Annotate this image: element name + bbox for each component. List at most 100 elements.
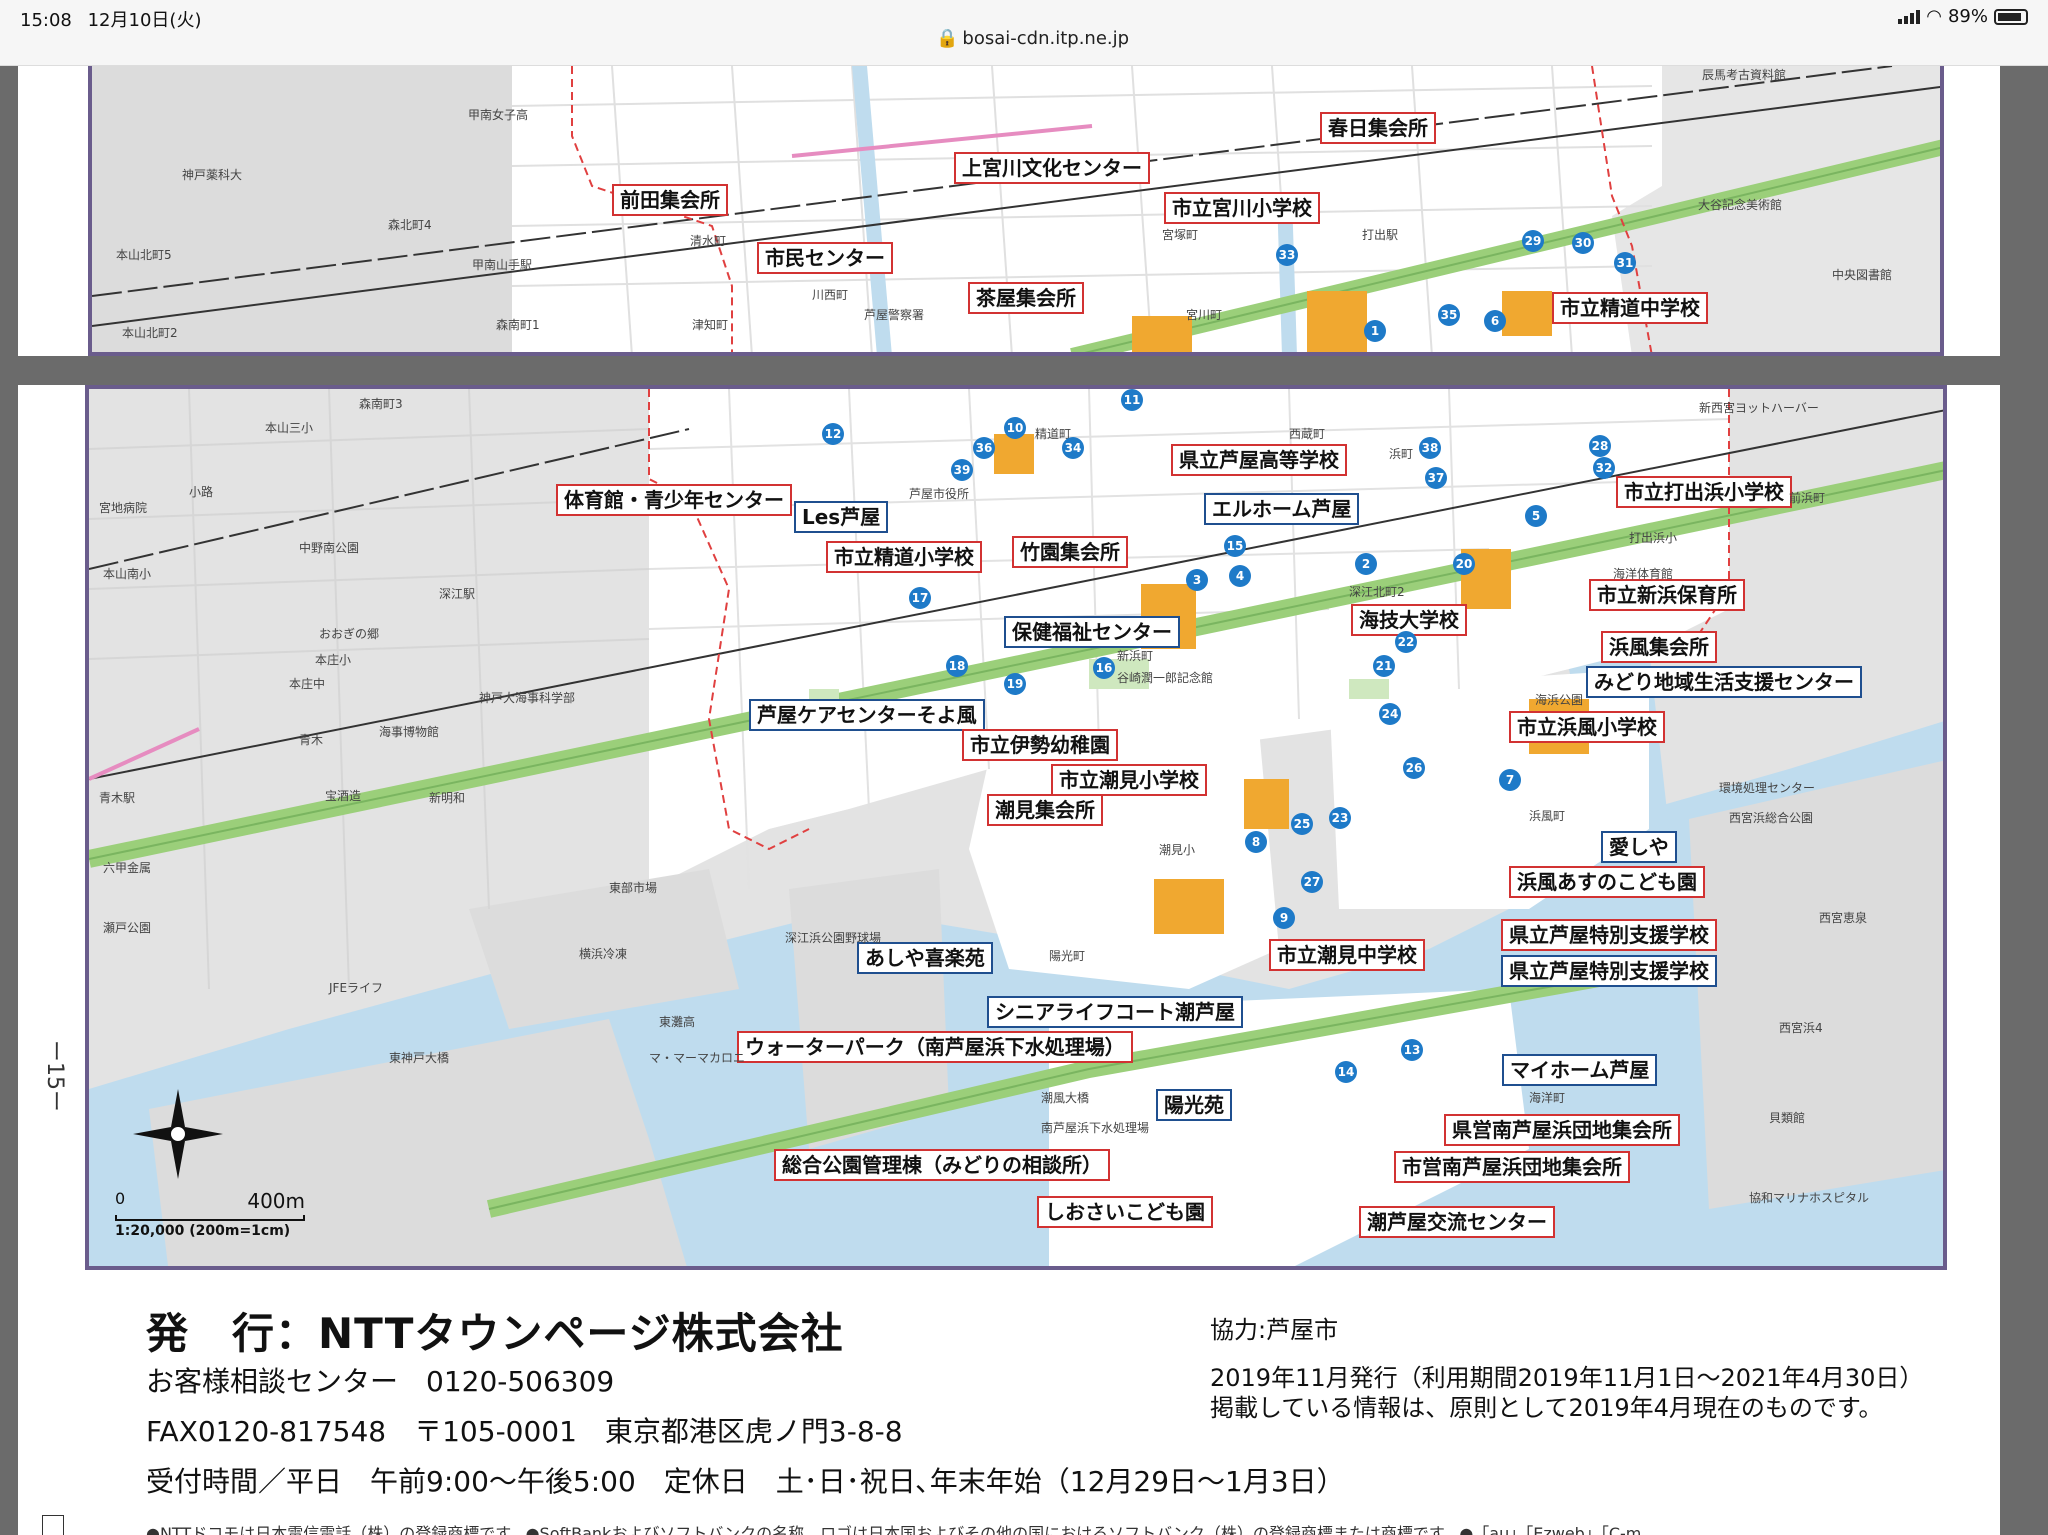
place-kawanishi: 川西町: [812, 288, 849, 302]
label-hoken-fukushi[interactable]: 保健福祉センター: [1004, 616, 1180, 648]
place-nishinomiya-marina: 西宮浜4: [1779, 1021, 1823, 1035]
cooperation-ashiya: 協力:芦屋市: [1210, 1316, 1339, 1344]
marker-16[interactable]: 16: [1093, 657, 1115, 679]
marker-6[interactable]: 6: [1484, 310, 1506, 332]
label-taiikukan[interactable]: 体育館・青少年センター: [556, 484, 792, 516]
label-shimin-center[interactable]: 市民センター: [757, 242, 893, 274]
label-maeda[interactable]: 前田集会所: [612, 184, 728, 216]
place-morikita4: 森北町4: [388, 218, 432, 232]
place-higashi-kobe-ohashi: 東神戸大橋: [389, 1051, 450, 1065]
page-number: ー15ー: [42, 1040, 67, 1112]
marker-26[interactable]: 26: [1403, 757, 1425, 779]
label-hamakaze-sho[interactable]: 市立浜風小学校: [1509, 711, 1665, 743]
label-sogo-koen[interactable]: 総合公園管理棟（みどりの相談所）: [774, 1149, 1110, 1181]
marker-32[interactable]: 32: [1593, 457, 1615, 479]
label-shiomi-sho[interactable]: 市立潮見小学校: [1051, 764, 1207, 796]
label-takezono[interactable]: 竹園集会所: [1012, 536, 1128, 568]
label-kenei-danchi[interactable]: 県営南芦屋浜団地集会所: [1444, 1114, 1680, 1146]
marker-34[interactable]: 34: [1062, 437, 1084, 459]
label-midori-center[interactable]: みどり地域生活支援センター: [1586, 666, 1862, 698]
label-aishiya[interactable]: 愛しや: [1601, 831, 1677, 863]
marker-28[interactable]: 28: [1589, 435, 1611, 457]
label-ashiya-koko[interactable]: 県立芦屋高等学校: [1171, 444, 1347, 476]
label-kasuga[interactable]: 春日集会所: [1320, 112, 1436, 144]
label-ise-yochien[interactable]: 市立伊勢幼稚園: [962, 729, 1118, 761]
url-text: bosai-cdn.itp.ne.jp: [962, 28, 1130, 49]
label-shiosai[interactable]: しおさいこども園: [1037, 1196, 1213, 1228]
map-frame-top[interactable]: 前田集会所 市民センター 上宮川文化センター 茶屋集会所 春日集会所 市立宮川小…: [88, 66, 1944, 356]
marker-9[interactable]: 9: [1273, 907, 1295, 929]
marker-3[interactable]: 3: [1186, 569, 1208, 591]
label-shinhama-hoiku[interactable]: 市立新浜保育所: [1589, 579, 1745, 611]
marker-14[interactable]: 14: [1335, 1061, 1357, 1083]
marker-25[interactable]: 25: [1291, 813, 1313, 835]
label-kamimiyagawa-bunka[interactable]: 上宮川文化センター: [954, 152, 1150, 184]
marker-33[interactable]: 33: [1276, 244, 1298, 266]
marker-37[interactable]: 37: [1425, 467, 1447, 489]
label-les-ashiya[interactable]: Les芦屋: [794, 501, 889, 533]
label-shio-koryu[interactable]: 潮芦屋交流センター: [1359, 1206, 1555, 1238]
label-water-park[interactable]: ウォーターパーク（南芦屋浜下水処理場）: [737, 1031, 1133, 1063]
marker-12[interactable]: 12: [822, 423, 844, 445]
label-tokubetsu-shien-2[interactable]: 県立芦屋特別支援学校: [1501, 955, 1717, 987]
place-kyowa-marina: 貝類館: [1769, 1111, 1806, 1125]
place-koyo-gakuin: 新西宮ヨットハーバー: [1699, 401, 1819, 415]
address-bar[interactable]: 🔒 bosai-cdn.itp.ne.jp: [936, 28, 1129, 49]
marker-31[interactable]: 31: [1614, 252, 1636, 274]
marker-19[interactable]: 19: [1004, 673, 1026, 695]
marker-18[interactable]: 18: [946, 655, 968, 677]
marker-4[interactable]: 4: [1229, 565, 1251, 587]
label-uchidehama-sho[interactable]: 市立打出浜小学校: [1616, 476, 1792, 508]
status-indicators: ◠ 89%: [1898, 6, 2028, 27]
marker-17[interactable]: 17: [909, 587, 931, 609]
marker-36[interactable]: 36: [973, 437, 995, 459]
label-hamakaze-asuno[interactable]: 浜風あすのこども園: [1509, 866, 1705, 898]
label-seido-chu[interactable]: 市立精道中学校: [1552, 292, 1708, 324]
marker-1[interactable]: 1: [1364, 320, 1386, 342]
place-saiseikai: 前浜町: [1789, 491, 1826, 505]
marker-35[interactable]: 35: [1438, 304, 1460, 326]
marker-15[interactable]: 15: [1224, 535, 1246, 557]
marker-2[interactable]: 2: [1355, 553, 1377, 575]
label-shiomi-chu[interactable]: 市立潮見中学校: [1269, 939, 1425, 971]
label-kirakuen[interactable]: あしや喜楽苑: [857, 942, 993, 974]
label-shiei-danchi[interactable]: 市営南芦屋浜団地集会所: [1394, 1151, 1630, 1183]
marker-39[interactable]: 39: [951, 459, 973, 481]
marker-22[interactable]: 22: [1395, 631, 1417, 653]
label-chaya[interactable]: 茶屋集会所: [968, 282, 1084, 314]
label-tokubetsu-shien-1[interactable]: 県立芦屋特別支援学校: [1501, 919, 1717, 951]
label-shiomi-shukai[interactable]: 潮見集会所: [987, 794, 1103, 826]
label-hamakaze-shukai[interactable]: 浜風集会所: [1601, 631, 1717, 663]
place-ashiya-shiyakusho: 芦屋市役所: [909, 487, 970, 501]
marker-21[interactable]: 21: [1373, 655, 1395, 677]
map-page-top: 前田集会所 市民センター 上宮川文化センター 茶屋集会所 春日集会所 市立宮川小…: [18, 66, 2000, 356]
marker-30[interactable]: 30: [1572, 232, 1594, 254]
marker-38[interactable]: 38: [1419, 437, 1441, 459]
place-jfe-life: JFEライフ: [329, 981, 384, 995]
label-elhome[interactable]: エルホーム芦屋: [1204, 493, 1360, 525]
map-frame-main[interactable]: 体育館・青少年センター Les芦屋 市立精道小学校 県立芦屋高等学校 エルホーム…: [85, 385, 1947, 1270]
marker-11[interactable]: 11: [1121, 389, 1143, 411]
marker-5[interactable]: 5: [1525, 505, 1547, 527]
label-myhome-ashiya[interactable]: マイホーム芦屋: [1502, 1054, 1658, 1086]
label-care-soyokaze[interactable]: 芦屋ケアセンターそよ風: [749, 699, 985, 731]
marker-8[interactable]: 8: [1245, 831, 1267, 853]
place-motoyama2: 本山北町2: [122, 326, 178, 340]
place-nishinomiya-sogo: 環境処理センター: [1719, 781, 1816, 795]
status-time-date: 15:08 12月10日(火): [20, 6, 201, 32]
marker-20[interactable]: 20: [1453, 553, 1475, 575]
label-yokoen[interactable]: 陽光苑: [1156, 1089, 1232, 1121]
place-tsuchi: 津知町: [692, 318, 729, 332]
marker-7[interactable]: 7: [1499, 769, 1521, 791]
place-miyatsuka: 宮塚町: [1162, 228, 1199, 242]
label-senior-life[interactable]: シニアライフコート潮芦屋: [987, 996, 1243, 1028]
marker-24[interactable]: 24: [1379, 703, 1401, 725]
marker-23[interactable]: 23: [1329, 807, 1351, 829]
label-miyagawa-sho[interactable]: 市立宮川小学校: [1164, 192, 1320, 224]
marker-10[interactable]: 10: [1004, 417, 1026, 439]
place-motoyama-minami-sho: 本山南小: [103, 567, 152, 581]
marker-13[interactable]: 13: [1401, 1039, 1423, 1061]
marker-27[interactable]: 27: [1301, 871, 1323, 893]
label-seido-sho[interactable]: 市立精道小学校: [826, 541, 982, 573]
marker-29[interactable]: 29: [1522, 230, 1544, 252]
